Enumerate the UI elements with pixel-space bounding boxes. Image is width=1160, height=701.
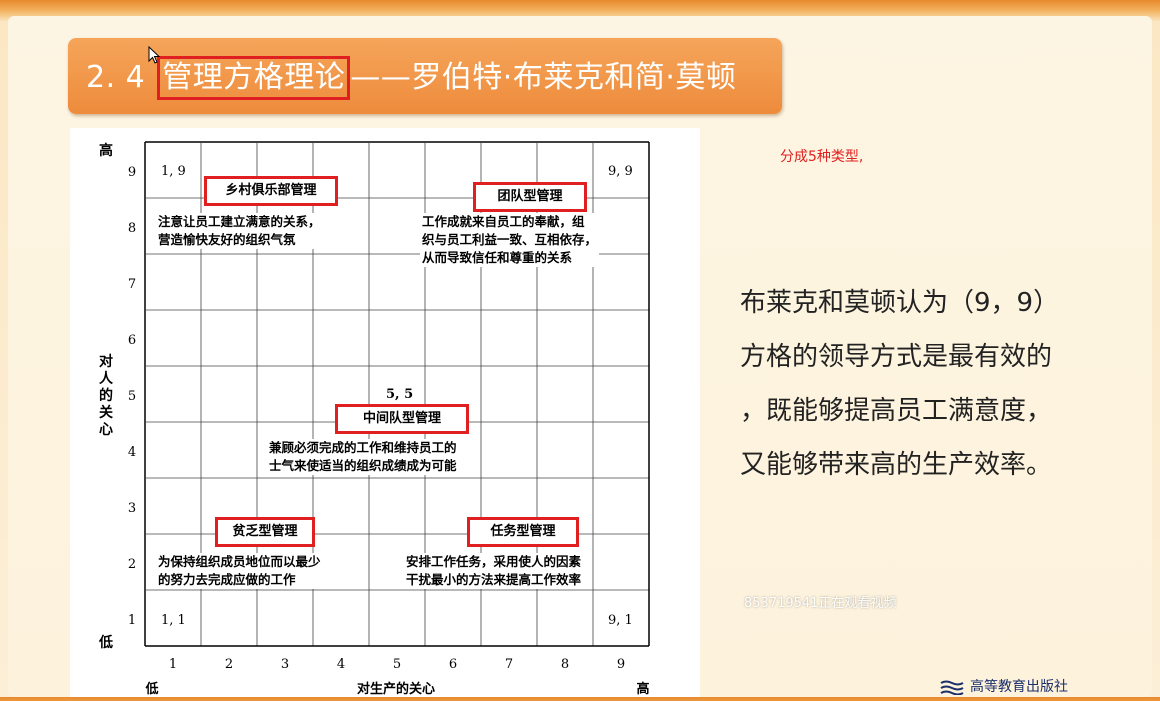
conclusion-line: ，既能够提高员工满意度，: [740, 396, 1053, 426]
y-tick-label: 4: [128, 445, 136, 460]
y-tick-label: 9: [128, 165, 136, 180]
desc-line: 安排工作任务，采用使人的因素: [406, 554, 582, 569]
style-impoverished-label: 贫乏型管理: [215, 517, 315, 547]
publisher-name: 高等教育出版社: [970, 679, 1068, 695]
y-tick-label: 3: [128, 501, 136, 516]
desc-line: 从而导致信任和尊重的关系: [422, 250, 573, 265]
side-note: 分成5种类型,: [780, 149, 864, 165]
publisher-mark: 高等教育出版社: [940, 676, 1068, 697]
y-tick-label: 7: [128, 277, 136, 292]
y-axis-title-char: 对: [99, 353, 113, 370]
y-axis-low-label: 低: [98, 634, 113, 651]
x-tick-label: 3: [281, 657, 289, 672]
title-bar: 2. 4 管理方格理论 ——罗伯特·布莱克和简·莫顿: [68, 38, 782, 114]
y-axis-ticks: 9 8 7 6 5 4 3 2 1: [128, 165, 136, 628]
style-impoverished-desc: 为保持组织成员地位而以最少 的努力去完成应做的工作: [156, 553, 323, 589]
desc-line: 营造愉快友好的组织气氛: [158, 232, 296, 247]
x-axis-high-label: 高: [636, 681, 649, 697]
y-axis-title: 对人的关心: [99, 353, 114, 438]
conclusion-line: 又能够带来高的生产效率。: [740, 450, 1053, 480]
x-axis-low-label: 低: [144, 681, 158, 697]
x-tick-label: 1: [169, 657, 177, 672]
title-highlight: 管理方格理论: [157, 56, 351, 100]
style-task-label: 任务型管理: [467, 517, 579, 547]
y-axis-title-char: 的: [99, 387, 113, 404]
desc-line: 士气来使适当的组织成绩成为可能: [269, 458, 457, 473]
desc-line: 的努力去完成应做的工作: [158, 572, 296, 587]
style-middle-road-label: 中间队型管理: [335, 404, 469, 434]
slide-title: 2. 4 管理方格理论 ——罗伯特·布莱克和简·莫顿: [86, 52, 736, 100]
x-tick-label: 6: [449, 657, 457, 672]
viewer-watermark: 853719541正在观看视频: [744, 596, 897, 611]
y-tick-label: 8: [128, 221, 136, 236]
y-tick-label: 2: [128, 557, 136, 572]
x-axis-ticks: 1 2 3 4 5 6 7 8 9: [169, 657, 625, 672]
style-team-label: 团队型管理: [473, 182, 587, 212]
coord-5-5: 5, 5: [386, 387, 413, 402]
x-tick-label: 4: [337, 657, 345, 672]
title-authors: ——罗伯特·布莱克和简·莫顿: [350, 60, 737, 95]
style-middle-road-desc: 兼顾必须完成的工作和维持员工的 士气来使适当的组织成绩成为可能: [267, 439, 459, 475]
desc-line: 为保持组织成员地位而以最少: [158, 554, 321, 569]
title-section-number: 2. 4: [86, 60, 146, 95]
coord-1-1: 1, 1: [161, 613, 186, 628]
y-tick-label: 1: [128, 613, 136, 628]
desc-line: 兼顾必须完成的工作和维持员工的: [269, 440, 457, 455]
y-axis-high-label: 高: [99, 142, 113, 159]
x-tick-label: 5: [393, 657, 401, 672]
desc-line: 织与员工利益一致、互相依存，: [422, 232, 598, 247]
x-axis-title: 对生产的关心: [357, 681, 435, 697]
desc-line: 工作成就来自员工的奉献，组: [422, 214, 585, 229]
publisher-logo-icon: [940, 680, 964, 695]
mouse-pointer-icon: [148, 46, 161, 64]
coord-1-9: 1, 9: [161, 164, 186, 179]
y-tick-label: 5: [128, 389, 136, 404]
x-tick-label: 8: [561, 657, 569, 672]
style-team-desc: 工作成就来自员工的奉献，组 织与员工利益一致、互相依存， 从而导致信任和尊重的关…: [420, 213, 600, 267]
conclusion-line: 方格的领导方式是最有效的: [740, 342, 1053, 372]
desc-line: 干扰最小的方法来提高工作效率: [406, 572, 582, 587]
managerial-grid-panel: 9 8 7 6 5 4 3 2 1 1 2 3 4 5 6 7 8 9 高 低 对人的关心 低 高 对生产的关心…: [70, 128, 700, 697]
style-task-desc: 安排工作任务，采用使人的因素 干扰最小的方法来提高工作效率: [404, 553, 584, 589]
desc-line: 注意让员工建立满意的关系，: [158, 214, 321, 229]
coord-9-9: 9, 9: [608, 164, 633, 179]
x-tick-label: 7: [505, 657, 513, 672]
style-country-club-label: 乡村俱乐部管理: [204, 176, 338, 206]
coord-9-1: 9, 1: [608, 613, 633, 628]
y-tick-label: 6: [128, 333, 136, 348]
conclusion-line: 布莱克和莫顿认为（9，9）: [740, 288, 1060, 318]
conclusion-text: 布莱克和莫顿认为（9，9） 方格的领导方式是最有效的 ，既能够提高员工满意度， …: [740, 276, 1130, 492]
y-axis-title-char: 心: [99, 422, 113, 438]
y-axis-title-char: 关: [99, 404, 113, 421]
style-country-club-desc: 注意让员工建立满意的关系， 营造愉快友好的组织气氛: [156, 213, 323, 249]
x-tick-label: 9: [617, 657, 625, 672]
y-axis-title-char: 人: [99, 370, 114, 387]
x-tick-label: 2: [225, 657, 233, 672]
